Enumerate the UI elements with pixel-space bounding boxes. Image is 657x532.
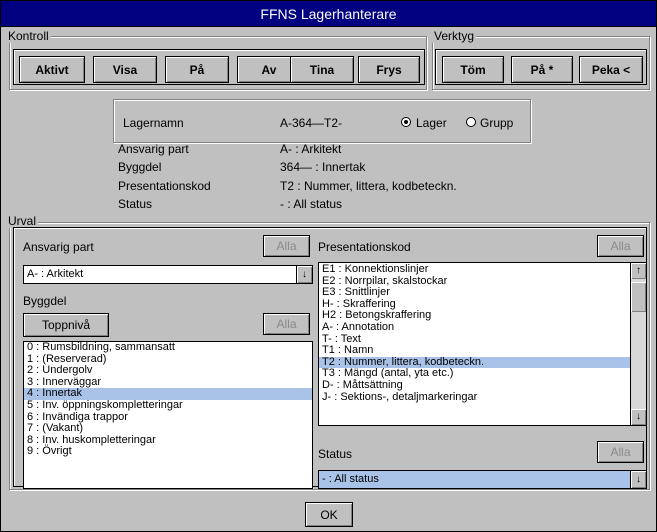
presentation-alla-button[interactable]: Alla [597, 235, 644, 257]
status-dropdown-value: - : All status [322, 473, 379, 485]
kontroll-label: Kontroll [6, 29, 51, 43]
visa-button[interactable]: Visa [93, 56, 157, 83]
presentationskod-value: T2 : Nummer, littera, kodbeteckn. [280, 179, 457, 193]
byggdel-value: 364— : Innertak [280, 160, 366, 174]
presentation-list-item[interactable]: D- : Måttsättning [319, 379, 646, 392]
ansvarig-dropdown[interactable]: A- : Arkitekt ↓ [23, 265, 313, 284]
status-alla-button[interactable]: Alla [597, 441, 644, 463]
presentation-list-item[interactable]: J- : Sektions-, detaljmarkeringar [319, 391, 646, 404]
byggdel-label: Byggdel [118, 160, 162, 174]
scroll-down-icon[interactable]: ↓ [631, 409, 646, 425]
byggdel-listbox[interactable]: 0 : Rumsbildning, sammansatt 1 : (Reserve… [23, 341, 313, 489]
scrollbar-thumb[interactable] [631, 282, 646, 312]
byggdel-list-item[interactable]: 5 : Inv. öppningskompletteringar [24, 399, 312, 412]
byggdel-list-item[interactable]: 7 : (Vakant) [24, 423, 312, 435]
urval-byggdel-label: Byggdel [23, 294, 67, 308]
ansvarig-part-value: A- : Arkitekt [280, 142, 342, 156]
urval-ansvarig-label: Ansvarig part [23, 240, 94, 254]
lager-radio-label: Lager [416, 116, 447, 130]
pa-star-button[interactable]: På * [511, 56, 573, 83]
presentation-list-item[interactable]: A- : Annotation [319, 321, 646, 334]
pa-button[interactable]: På [165, 56, 229, 83]
frys-button[interactable]: Frys [358, 56, 420, 83]
urval-label: Urval [6, 214, 39, 228]
lagernamn-value: A-364—T2- [280, 116, 343, 130]
main-window: FFNS Lagerhanterare Kontroll Aktivt Visa… [0, 0, 657, 532]
window-title: FFNS Lagerhanterare [1, 1, 656, 27]
status-dropdown[interactable]: - : All status ↓ [318, 470, 647, 489]
presentationskod-label: Presentationskod [118, 179, 211, 193]
dropdown-arrow-icon[interactable]: ↓ [630, 471, 646, 488]
status-label: Status [118, 197, 153, 211]
presentation-list-item[interactable]: T1 : Namn [319, 345, 646, 357]
tom-button[interactable]: Töm [442, 56, 504, 83]
urval-status-label: Status [318, 447, 353, 461]
tina-button[interactable]: Tina [290, 56, 354, 83]
ansvarig-alla-button[interactable]: Alla [263, 235, 310, 257]
byggdel-list-item[interactable]: 9 : Övrigt [24, 446, 312, 458]
grupp-radio-label: Grupp [480, 116, 514, 130]
grupp-radio[interactable] [466, 117, 476, 127]
peka-button[interactable]: Peka < [579, 56, 643, 83]
lagernamn-label: Lagernamn [123, 116, 184, 130]
toppniva-button[interactable]: Toppnivå [23, 313, 109, 337]
presentation-list-item[interactable]: E1 : Konnektionslinjer [319, 263, 646, 276]
ok-button[interactable]: OK [305, 502, 353, 527]
byggdel-alla-button[interactable]: Alla [263, 313, 310, 335]
urval-presentation-label: Presentationskod [318, 240, 411, 254]
presentation-scrollbar[interactable]: ↑ ↓ [630, 263, 646, 425]
scroll-up-icon[interactable]: ↑ [631, 263, 646, 279]
ansvarig-part-label: Ansvarig part [118, 142, 189, 156]
lager-radio[interactable] [401, 117, 411, 127]
byggdel-list-item[interactable]: 0 : Rumsbildning, sammansatt [24, 342, 312, 354]
ansvarig-dropdown-value: A- : Arkitekt [27, 268, 84, 280]
status-value: - : All status [280, 197, 343, 211]
presentation-listbox[interactable]: E1 : Konnektionslinjer E2 : Norrpilar, sk… [318, 262, 647, 426]
verktyg-label: Verktyg [432, 29, 477, 43]
aktivt-button[interactable]: Aktivt [19, 56, 85, 83]
dropdown-arrow-icon[interactable]: ↓ [296, 266, 312, 283]
